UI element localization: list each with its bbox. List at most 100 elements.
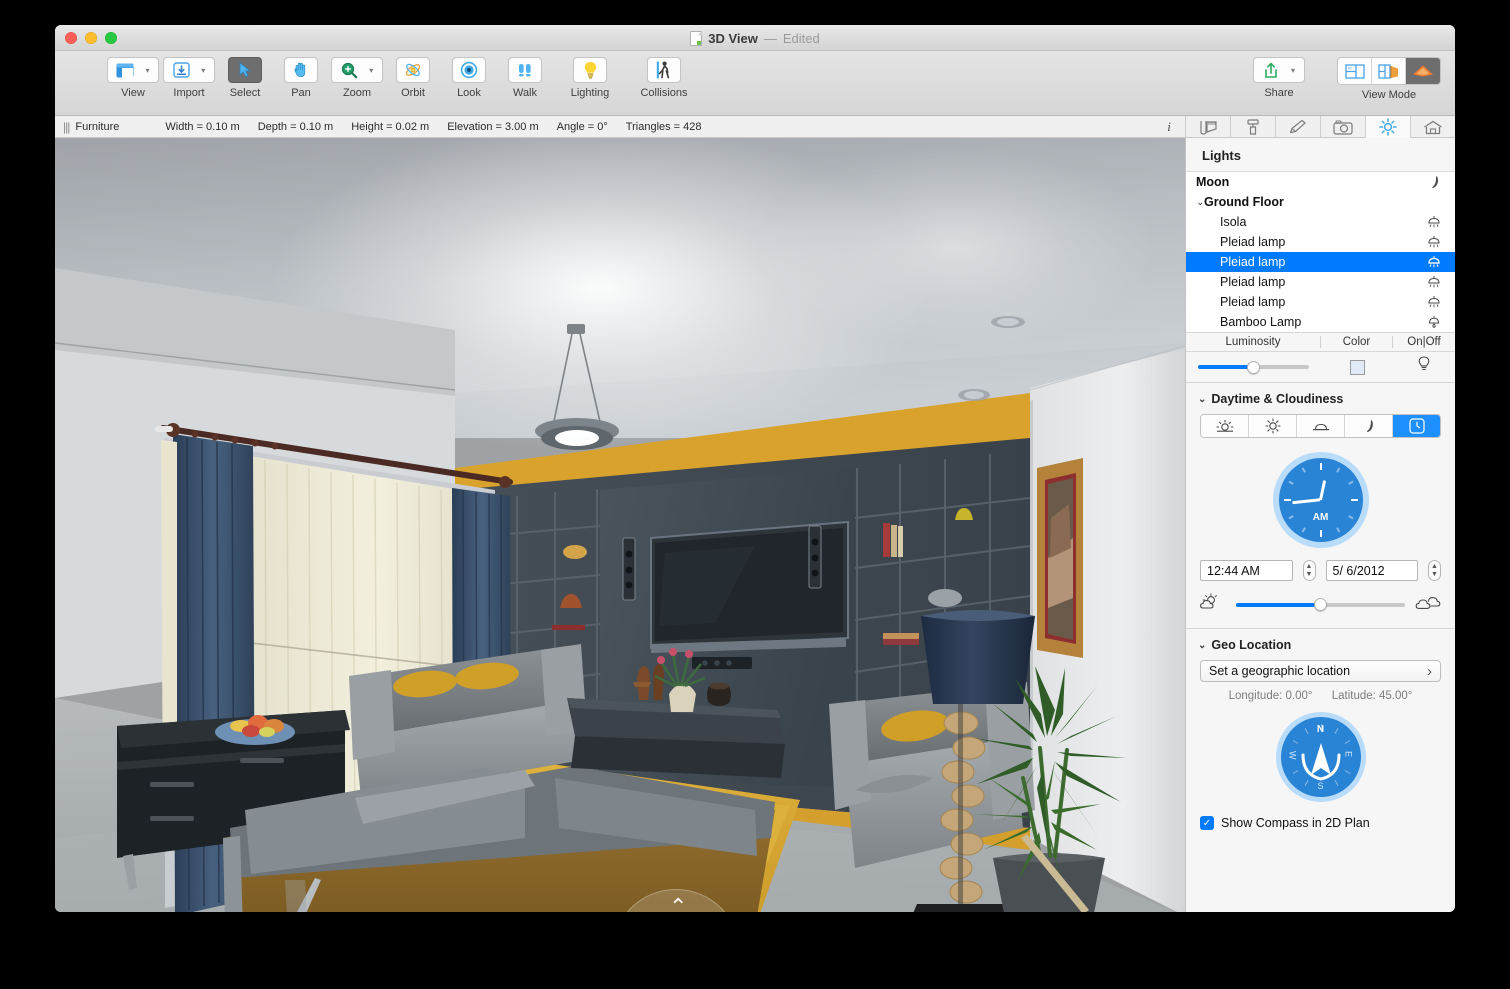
color-swatch-cell [1321,360,1393,375]
date-field[interactable]: 5/ 6/2012 [1326,560,1419,581]
light-row-moon[interactable]: Moon [1186,172,1455,192]
sunrise-icon [1215,419,1235,433]
info-height: Height = 0.02 m [351,121,429,133]
geo-button-label: Set a geographic location [1209,664,1350,678]
show-compass-row[interactable]: ✓ Show Compass in 2D Plan [1186,802,1455,830]
light-row-isola[interactable]: Isola [1186,212,1455,232]
zoom-tool-button[interactable]: ▾ Zoom [329,51,385,99]
date-value: 5/ 6/2012 [1333,564,1385,578]
title-separator: — [764,31,777,46]
compass-face[interactable]: N S W E [1281,717,1361,797]
daytime-mode-clock[interactable] [1393,415,1440,437]
luminosity-slider[interactable] [1198,365,1309,369]
cloudiness-row [1186,581,1455,628]
clock-meridiem-label: AM [1279,512,1363,523]
info-angle: Angle = 0° [557,121,608,133]
show-compass-checkbox[interactable]: ✓ [1200,816,1214,830]
stepper-up-icon[interactable]: ▲ [1306,563,1313,571]
look-tool-button[interactable]: Look [441,51,497,99]
toolbar-right-group: ▾ Share [1251,51,1441,101]
share-button[interactable]: ▾ Share [1251,51,1307,99]
collisions-button[interactable]: Collisions [627,51,701,99]
view-mode-plan-3d-split[interactable] [1372,58,1406,84]
stepper-down-icon[interactable]: ▼ [1431,571,1438,579]
view-mode-3d[interactable] [1406,58,1440,84]
title-edited-state: Edited [783,31,820,46]
pan-tool-glyph [284,57,318,83]
daytime-mode-night[interactable] [1345,415,1393,437]
tab-lighting[interactable] [1365,116,1410,138]
pencil-icon [1288,119,1308,135]
clock-face[interactable]: AM [1279,458,1363,542]
bulb-outline-icon[interactable] [1417,356,1431,378]
lighting-glyph [573,57,607,83]
light-group-ground-floor[interactable]: ⌄ Ground Floor [1186,192,1455,212]
share-upload-icon [1263,62,1279,79]
orbit-tool-button[interactable]: Orbit [385,51,441,99]
select-tool-button[interactable]: Select [217,51,273,99]
compass-widget-wrap: N S W E [1186,712,1455,802]
view-mode-plan-2d[interactable] [1338,58,1372,84]
navigation-widget[interactable]: ⌃ ⌄ ‹ › ‹ › ⌃ ⌄ ⌃ ⌄ [563,886,793,912]
tab-photo[interactable] [1320,116,1365,138]
paint-roller-icon [1244,119,1262,135]
cloudiness-slider[interactable] [1236,603,1405,607]
drag-grip-icon[interactable]: ||| [55,120,75,134]
tab-annotations[interactable] [1275,116,1320,138]
light-row-pleiad-2[interactable]: Pleiad lamp [1186,252,1455,272]
chevron-down-icon[interactable]: ⌄ [1198,394,1206,405]
light-name: Isola [1196,215,1421,229]
light-row-pleiad-1[interactable]: Pleiad lamp [1186,232,1455,252]
light-color-swatch[interactable] [1350,360,1365,375]
view-button-label: View [121,87,145,99]
document-icon [690,31,702,46]
light-name: Pleiad lamp [1196,235,1421,249]
walk-tool-button[interactable]: Walk [497,51,553,99]
time-field[interactable]: 12:44 AM [1200,560,1293,581]
import-button[interactable]: ▾ Import [161,51,217,99]
time-stepper[interactable]: ▲ ▼ [1303,560,1316,581]
tab-levels[interactable] [1410,116,1455,138]
tab-measurements[interactable] [1185,116,1230,138]
walking-person-icon [656,61,672,79]
info-elevation: Elevation = 3.00 m [447,121,538,133]
info-category: Furniture [75,121,119,133]
orbit-tool-label: Orbit [401,87,425,99]
collisions-glyph [647,57,681,83]
light-row-bamboo-lamp[interactable]: Bamboo Lamp [1186,312,1455,332]
color-column-label: Color [1321,336,1393,348]
view-mode-group: View Mode [1337,51,1441,101]
view-button[interactable]: ▾ View [105,51,161,99]
lighting-label: Lighting [571,87,610,99]
chevron-down-icon: ▾ [201,66,205,75]
set-geographic-location-button[interactable]: Set a geographic location › [1200,660,1441,682]
pan-tool-button[interactable]: Pan [273,51,329,99]
stepper-down-icon[interactable]: ▼ [1306,571,1313,579]
view-mode-label: View Mode [1362,89,1416,101]
tab-materials[interactable] [1230,116,1275,138]
clock-widget[interactable]: AM [1273,452,1369,548]
nav-up-arrow[interactable]: ⌃ [669,896,687,912]
date-stepper[interactable]: ▲ ▼ [1428,560,1441,581]
zoom-tool-label: Zoom [343,87,371,99]
eye-icon [460,61,478,79]
show-compass-label: Show Compass in 2D Plan [1221,816,1370,830]
caliper-icon [1198,120,1218,135]
compass-widget[interactable]: N S W E [1276,712,1366,802]
stepper-up-icon[interactable]: ▲ [1431,563,1438,571]
viewport-3d[interactable]: ⌃ ⌄ ‹ › ‹ › ⌃ ⌄ ⌃ ⌄ [55,138,1185,912]
geo-section-title[interactable]: ⌄ Geo Location [1186,629,1455,658]
select-tool-label: Select [230,87,261,99]
lighting-button[interactable]: Lighting [553,51,627,99]
light-row-pleiad-3[interactable]: Pleiad lamp [1186,272,1455,292]
daytime-mode-sunset[interactable] [1297,415,1345,437]
chevron-down-icon[interactable]: ⌄ [1198,640,1206,651]
light-row-pleiad-4[interactable]: Pleiad lamp [1186,292,1455,312]
pendant-lamp-icon [1421,255,1447,269]
light-name: Pleiad lamp [1196,275,1421,289]
daytime-mode-midday[interactable] [1249,415,1297,437]
compass-needle-icon [1281,717,1361,797]
daytime-section-title[interactable]: ⌄ Daytime & Cloudiness [1186,383,1455,412]
daytime-mode-sunrise[interactable] [1201,415,1249,437]
house-3d-icon [1412,64,1434,78]
